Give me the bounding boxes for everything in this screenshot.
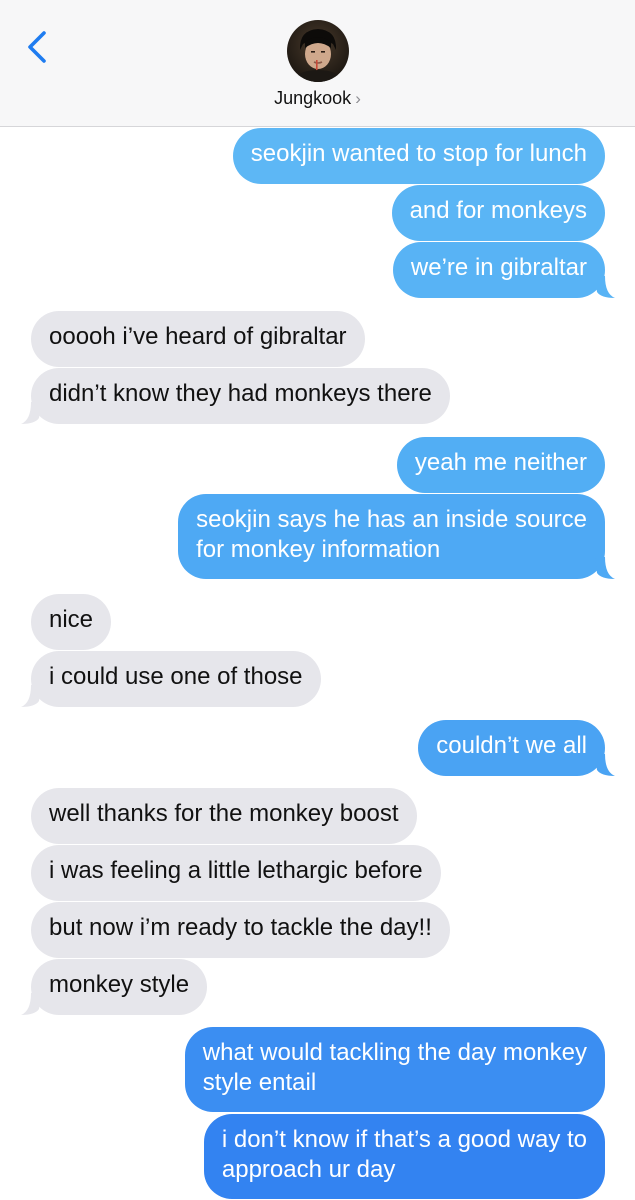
message-text: didn’t know they had monkeys there	[49, 380, 432, 407]
message-text-line: what would tackling the day monkey	[202, 1039, 587, 1066]
message-text: ooooh i’ve heard of gibraltar	[49, 323, 347, 350]
message-bubble-sent[interactable]: we’re in gibraltar	[392, 242, 605, 298]
message-text-line: for monkey information	[196, 536, 441, 563]
message-bubble-sent[interactable]: seokjin wanted to stop for lunch	[232, 128, 605, 184]
message-text: but now i’m ready to tackle the day!!	[49, 914, 432, 941]
message-text: seokjin wanted to stop for lunch	[250, 140, 587, 167]
message-text: we’re in gibraltar	[410, 254, 587, 281]
message-bubble-received[interactable]: didn’t know they had monkeys there	[31, 368, 450, 424]
message-text: nice	[49, 606, 94, 633]
message-text: well thanks for the monkey boost	[49, 800, 399, 827]
message-text: couldn’t we all	[436, 732, 587, 759]
bubble-tail	[21, 993, 41, 1015]
message-text: monkey style	[49, 971, 190, 998]
message-bubble-received[interactable]: well thanks for the monkey boost	[31, 788, 417, 844]
message-bubble-received[interactable]: ooooh i’ve heard of gibraltar	[31, 311, 365, 367]
message-text-line: seokjin says he has an inside source	[196, 506, 587, 533]
message-text: yeah me neither	[414, 449, 587, 476]
message-bubble-sent[interactable]: couldn’t we all	[418, 720, 605, 776]
bubble-tail	[595, 276, 615, 298]
bubble-tail	[21, 685, 41, 707]
message-bubble-sent[interactable]: what would tackling the day monkey style…	[184, 1027, 605, 1112]
message-bubble-received[interactable]: i was feeling a little lethargic before	[31, 845, 441, 901]
message-bubble-sent[interactable]: yeah me neither	[396, 437, 605, 493]
message-thread: seokjin wanted to stop for lunch and for…	[0, 0, 635, 1200]
message-bubble-sent[interactable]: and for monkeys	[391, 185, 605, 241]
bubble-tail	[595, 557, 615, 579]
message-text: and for monkeys	[409, 197, 587, 224]
message-text: i was feeling a little lethargic before	[49, 857, 423, 884]
message-bubble-received[interactable]: monkey style	[31, 959, 208, 1015]
bubble-tail	[21, 402, 41, 424]
message-text-line: i don’t know if that’s a good way to	[221, 1126, 587, 1153]
message-bubble-sent[interactable]: i don’t know if that’s a good way to app…	[203, 1114, 605, 1199]
message-text-line: approach ur day	[221, 1156, 396, 1183]
message-bubble-received[interactable]: i could use one of those	[31, 651, 321, 707]
bubble-tail	[595, 754, 615, 776]
message-bubble-received[interactable]: but now i’m ready to tackle the day!!	[31, 902, 450, 958]
message-text: i could use one of those	[49, 663, 303, 690]
message-bubble-sent[interactable]: seokjin says he has an inside source for…	[178, 494, 605, 579]
message-bubble-received[interactable]: nice	[31, 594, 112, 650]
message-text-line: style entail	[202, 1069, 317, 1096]
